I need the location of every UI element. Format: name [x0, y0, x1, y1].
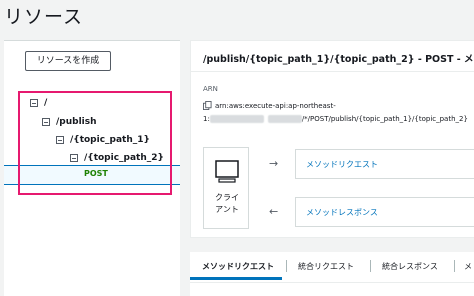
- method-request-box[interactable]: メソッドリクエスト: [295, 149, 474, 179]
- tab-content: [190, 282, 474, 296]
- tab-more[interactable]: メ: [464, 261, 472, 272]
- tab-integration-request[interactable]: 統合リクエスト: [298, 261, 354, 272]
- method-tabs: メソッドリクエスト 統合リクエスト 統合レスポンス メ: [190, 252, 474, 282]
- tree-item-publish[interactable]: /publish: [42, 114, 97, 130]
- method-label: POST: [84, 169, 108, 178]
- redacted-account-id: [209, 115, 264, 123]
- client-label: クライ アント: [215, 193, 239, 214]
- tree-item-root[interactable]: /: [30, 95, 47, 111]
- arrow-right-icon: →: [269, 157, 279, 170]
- arn-value-continued: 1: /*/POST/publish/{topic_path_1}/{topic…: [203, 115, 468, 123]
- create-resource-button[interactable]: リソースを作成: [25, 51, 111, 71]
- tab-separator: [370, 260, 371, 272]
- page-title: リソース: [4, 6, 84, 28]
- tree-item-label: /{topic_path_2}: [84, 153, 164, 163]
- client-box: クライ アント: [203, 147, 249, 229]
- redacted-api-id: [267, 115, 302, 123]
- method-response-link[interactable]: メソッドレスポンス: [306, 207, 378, 218]
- tab-separator: [286, 260, 287, 272]
- tree-item-label: /publish: [56, 117, 97, 127]
- divider: [191, 71, 474, 72]
- tree-item-post-method[interactable]: POST: [4, 165, 180, 185]
- arn-value: arn:aws:execute-api:ap-northeast-: [203, 101, 336, 110]
- collapse-icon[interactable]: [42, 118, 50, 126]
- arn-line-2-prefix: 1:: [203, 115, 210, 123]
- arn-line-1: arn:aws:execute-api:ap-northeast-: [215, 101, 336, 110]
- arn-line-2-suffix: /*/POST/publish/{topic_path_1}/{topic_pa…: [301, 115, 468, 123]
- method-response-box[interactable]: メソッドレスポンス: [295, 197, 474, 227]
- tree-item-topic-path-1[interactable]: /{topic_path_1}: [56, 132, 150, 148]
- tree-item-label: /{topic_path_1}: [70, 135, 150, 145]
- tree-item-label: /: [44, 98, 48, 108]
- tab-separator: [454, 260, 455, 272]
- copy-icon[interactable]: [203, 101, 212, 110]
- monitor-icon: [215, 160, 239, 183]
- tab-method-request[interactable]: メソッドリクエスト: [202, 261, 274, 272]
- tab-integration-response[interactable]: 統合レスポンス: [382, 261, 438, 272]
- collapse-icon[interactable]: [56, 136, 64, 144]
- collapse-icon[interactable]: [30, 99, 38, 107]
- arn-label: ARN: [203, 85, 218, 93]
- resource-tree-panel: リソースを作成 / /publish /{topic_path_1} /{top…: [4, 40, 180, 296]
- tree-item-topic-path-2[interactable]: /{topic_path_2}: [70, 150, 164, 166]
- collapse-icon[interactable]: [70, 154, 78, 162]
- method-title: /publish/{topic_path_1}/{topic_path_2} -…: [203, 54, 474, 65]
- method-detail-panel: /publish/{topic_path_1}/{topic_path_2} -…: [190, 40, 474, 238]
- method-request-link[interactable]: メソッドリクエスト: [306, 159, 378, 170]
- active-tab-indicator: [190, 277, 282, 280]
- arrow-left-icon: ←: [269, 205, 279, 218]
